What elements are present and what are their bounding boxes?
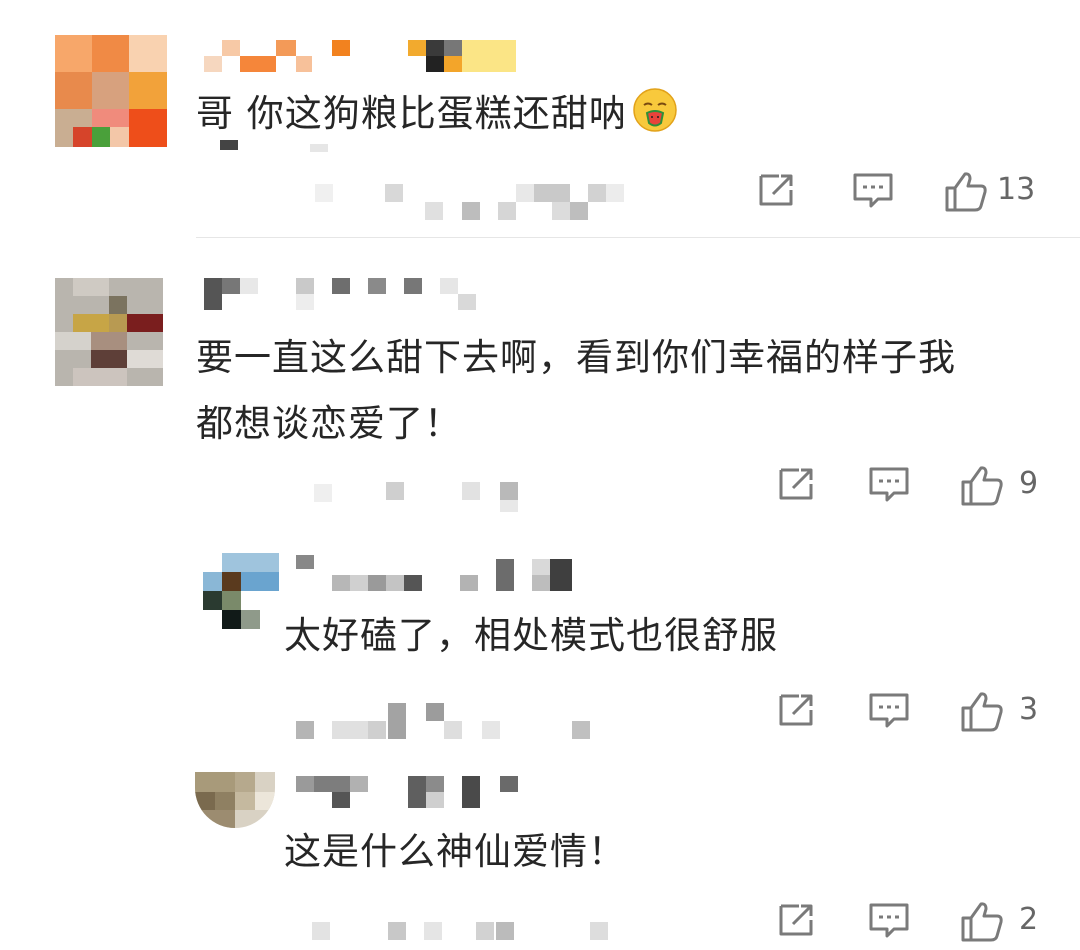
timestamp-pixelated xyxy=(300,478,540,518)
reply-actions: 2 xyxy=(775,900,1055,944)
reply-text: 太好磕了，相处模式也很舒服 xyxy=(284,614,778,657)
thumbs-up-icon xyxy=(945,172,987,212)
comment-text: 要一直这么甜下去啊，看到你们幸福的样子我 都想谈恋爱了！ xyxy=(196,326,1056,456)
timestamp-pixelated xyxy=(292,697,612,743)
share-icon xyxy=(759,174,793,206)
comment-icon xyxy=(869,467,909,502)
avatar[interactable] xyxy=(195,772,275,828)
comment-icon xyxy=(853,173,893,208)
divider xyxy=(196,237,1080,238)
comment-actions: 9 xyxy=(775,464,1055,508)
reply-button[interactable] xyxy=(867,900,911,940)
share-button[interactable] xyxy=(775,464,819,504)
reply-actions: 3 xyxy=(775,690,1055,734)
username-pixelated[interactable] xyxy=(200,276,500,312)
share-button[interactable] xyxy=(775,900,819,940)
reply-item: 太好磕了，相处模式也很舒服 3 xyxy=(0,545,1080,765)
comment-thread: 哥 你这狗粮比蛋糕还甜呐 13 要一直这么甜下去啊，看到你们幸福的样子我 都想谈… xyxy=(0,0,1080,950)
comment-item: 要一直这么甜下去啊，看到你们幸福的样子我 都想谈恋爱了！ 9 xyxy=(0,250,1080,540)
timestamp-pixelated xyxy=(300,914,620,948)
comment-text: 哥 你这狗粮比蛋糕还甜呐 xyxy=(196,82,956,146)
smiling-face-with-watermelon-emoji-icon xyxy=(631,86,679,134)
like-button[interactable] xyxy=(959,900,1005,944)
thumbs-up-icon xyxy=(961,692,1003,732)
reply-item: 这是什么神仙爱情！ 2 xyxy=(0,768,1080,950)
thumbs-up-icon xyxy=(961,902,1003,942)
like-button[interactable] xyxy=(943,170,989,214)
like-button[interactable] xyxy=(959,690,1005,734)
reply-button[interactable] xyxy=(851,170,895,210)
username-pixelated[interactable] xyxy=(292,555,592,595)
share-icon xyxy=(779,694,813,726)
avatar[interactable] xyxy=(203,553,279,629)
comment-text-line: 要一直这么甜下去啊，看到你们幸福的样子我 xyxy=(196,336,956,379)
like-count: 3 xyxy=(1019,692,1039,727)
comment-actions: 13 xyxy=(755,170,1055,214)
like-button[interactable] xyxy=(959,464,1005,508)
thumbs-up-icon xyxy=(961,466,1003,506)
timestamp-pixelated xyxy=(200,140,640,230)
comment-icon xyxy=(869,693,909,728)
like-count: 13 xyxy=(997,172,1036,207)
reply-text: 这是什么神仙爱情！ xyxy=(284,830,626,873)
reply-button[interactable] xyxy=(867,464,911,504)
reply-button[interactable] xyxy=(867,690,911,730)
avatar[interactable] xyxy=(55,278,163,386)
like-count: 9 xyxy=(1019,466,1039,501)
share-button[interactable] xyxy=(775,690,819,730)
share-icon xyxy=(779,904,813,936)
comment-icon xyxy=(869,903,909,938)
share-icon xyxy=(779,468,813,500)
comment-text-line: 都想谈恋爱了！ xyxy=(196,402,462,445)
username-pixelated[interactable] xyxy=(296,774,536,814)
avatar[interactable] xyxy=(55,35,167,147)
like-count: 2 xyxy=(1019,902,1039,937)
username-pixelated[interactable] xyxy=(200,38,530,74)
comment-item: 哥 你这狗粮比蛋糕还甜呐 13 xyxy=(0,0,1080,240)
share-button[interactable] xyxy=(755,170,799,210)
